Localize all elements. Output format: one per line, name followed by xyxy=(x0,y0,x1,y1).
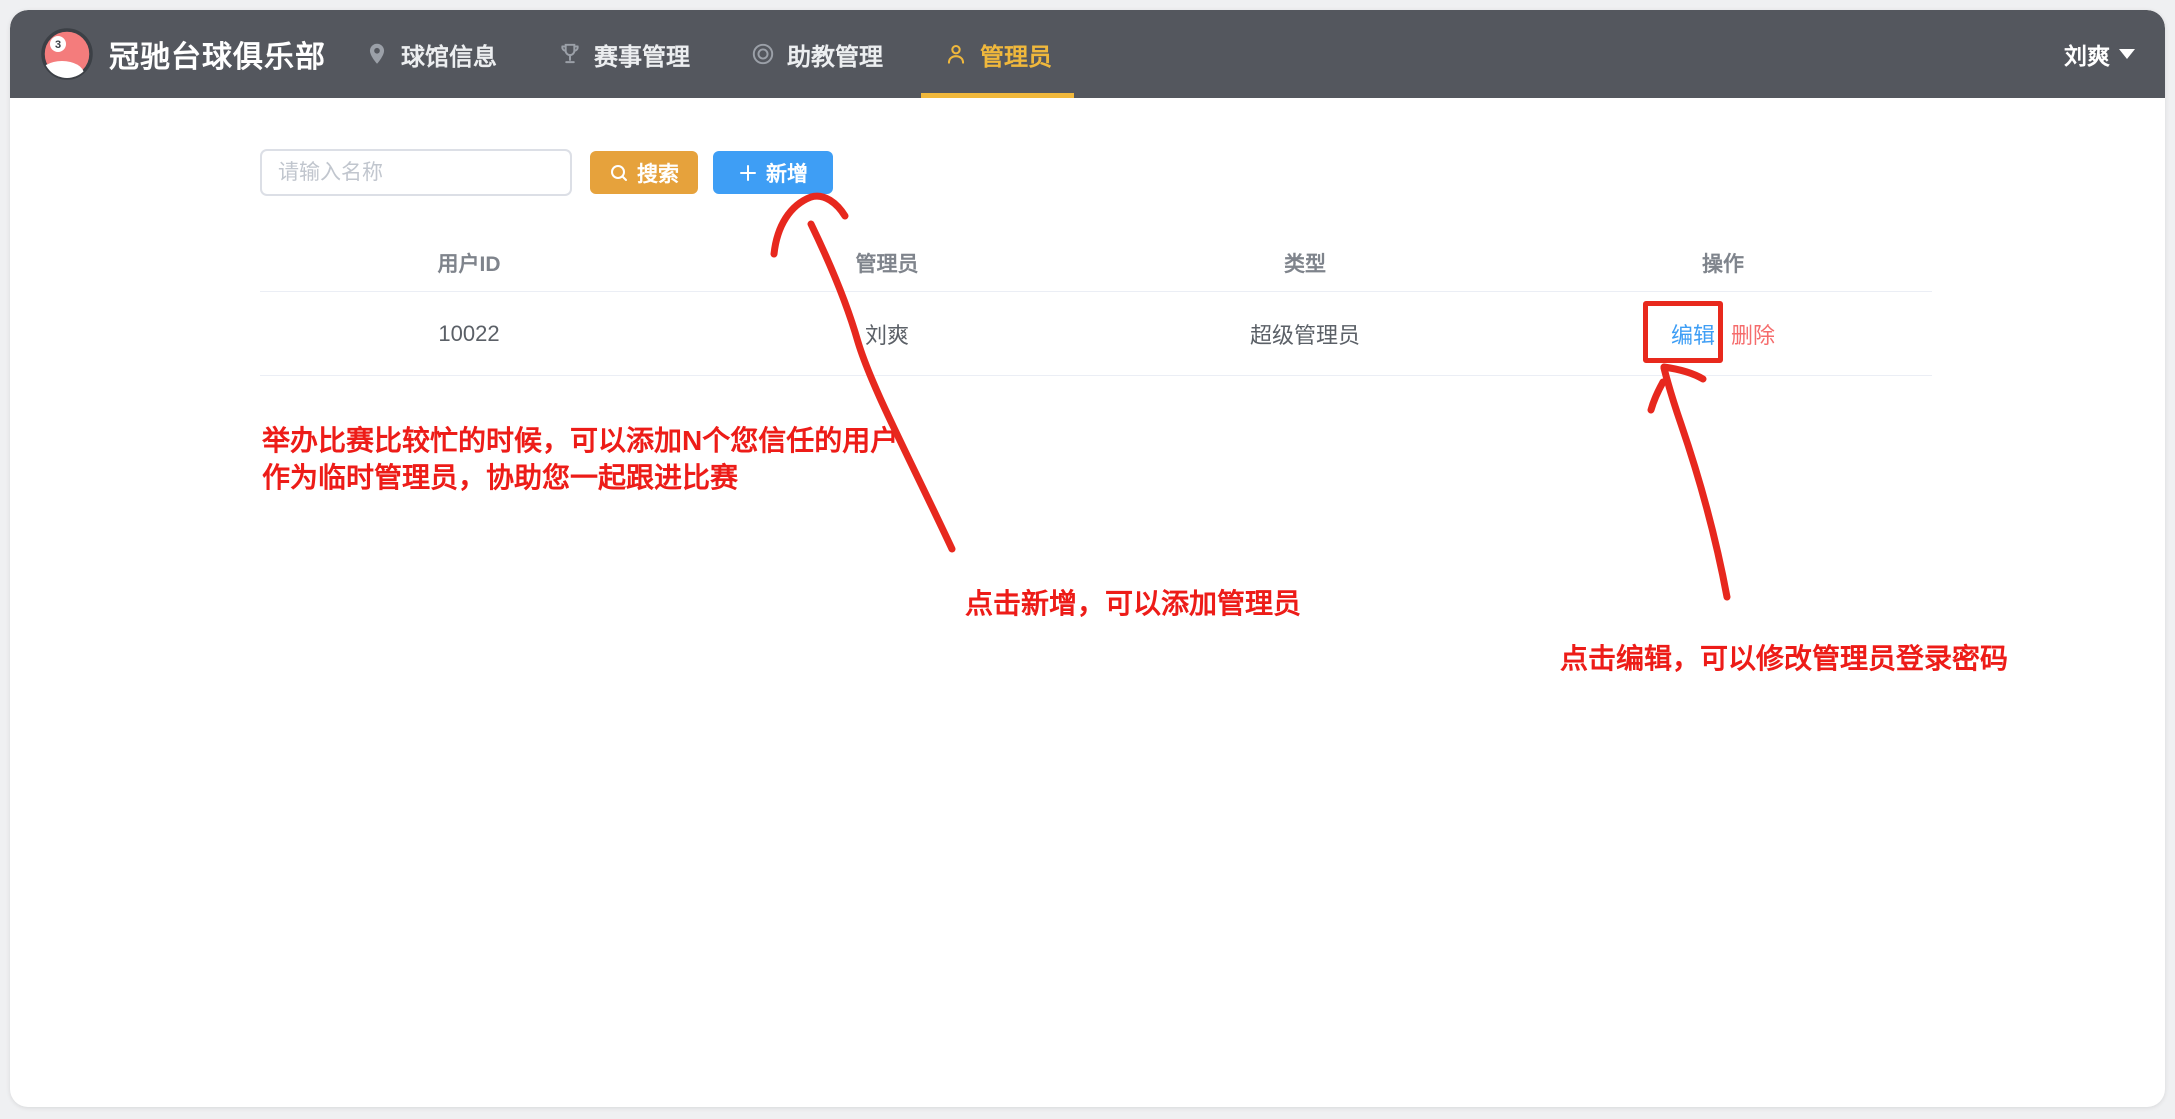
column-header-type: 类型 xyxy=(1096,248,1514,278)
column-header-actions: 操作 xyxy=(1514,248,1932,278)
annotation-add-note: 点击新增，可以添加管理员 xyxy=(965,585,1301,622)
trophy-icon xyxy=(557,41,583,67)
annotation-left-note: 举办比赛比较忙的时候，可以添加N个您信任的用户 作为临时管理员，协助您一起跟进比… xyxy=(262,422,898,496)
chevron-down-icon xyxy=(2119,49,2135,59)
table-header-row: 用户ID 管理员 类型 操作 xyxy=(260,234,1932,292)
delete-link[interactable]: 删除 xyxy=(1731,318,1775,350)
nav-item-label: 管理员 xyxy=(980,37,1052,72)
column-header-admin: 管理员 xyxy=(678,248,1096,278)
search-button[interactable]: 搜索 xyxy=(590,151,698,194)
nav-item-label: 助教管理 xyxy=(787,37,883,72)
search-input[interactable] xyxy=(260,149,572,196)
edit-highlight-box xyxy=(1643,301,1723,363)
brand-title: 冠驰台球俱乐部 xyxy=(109,32,326,76)
brand: 3 冠驰台球俱乐部 xyxy=(40,27,326,81)
add-button-label: 新增 xyxy=(766,158,808,188)
nav-item-label: 赛事管理 xyxy=(594,37,690,72)
nav-item-assistant-management[interactable]: 助教管理 xyxy=(750,10,883,98)
search-icon xyxy=(609,163,629,183)
nav-item-event-management[interactable]: 赛事管理 xyxy=(557,10,690,98)
app-window: 3 冠驰台球俱乐部 球馆信息 xyxy=(10,10,2165,1107)
user-menu[interactable]: 刘爽 xyxy=(2064,37,2135,71)
cell-admin-name: 刘爽 xyxy=(678,318,1096,350)
annotation-left-note-line2: 作为临时管理员，协助您一起跟进比赛 xyxy=(262,459,898,496)
cell-type: 超级管理员 xyxy=(1096,318,1514,350)
annotation-edit-note: 点击编辑，可以修改管理员登录密码 xyxy=(1560,640,2008,677)
billiard-ball-icon: 3 xyxy=(40,27,94,81)
cell-user-id: 10022 xyxy=(260,321,678,347)
location-pin-icon xyxy=(364,41,390,67)
nav-item-label: 球馆信息 xyxy=(401,37,497,72)
annotation-left-note-line1: 举办比赛比较忙的时候，可以添加N个您信任的用户 xyxy=(262,422,898,459)
active-tab-underline xyxy=(921,93,1074,98)
cell-actions: 编辑 删除 xyxy=(1514,318,1932,350)
concentric-circles-icon xyxy=(750,41,776,67)
page: 3 冠驰台球俱乐部 球馆信息 xyxy=(0,0,2175,1119)
search-button-label: 搜索 xyxy=(637,158,679,188)
navbar: 3 冠驰台球俱乐部 球馆信息 xyxy=(10,10,2165,98)
user-name: 刘爽 xyxy=(2064,37,2110,71)
svg-text:3: 3 xyxy=(55,39,61,51)
nav-item-venue-info[interactable]: 球馆信息 xyxy=(364,10,497,98)
nav-menu: 球馆信息 赛事管理 助教管理 xyxy=(364,10,1052,98)
column-header-user-id: 用户ID xyxy=(260,248,678,278)
nav-item-administrators[interactable]: 管理员 xyxy=(943,10,1052,98)
add-button[interactable]: 新增 xyxy=(713,151,833,194)
plus-icon xyxy=(738,163,758,183)
person-icon xyxy=(943,41,969,67)
